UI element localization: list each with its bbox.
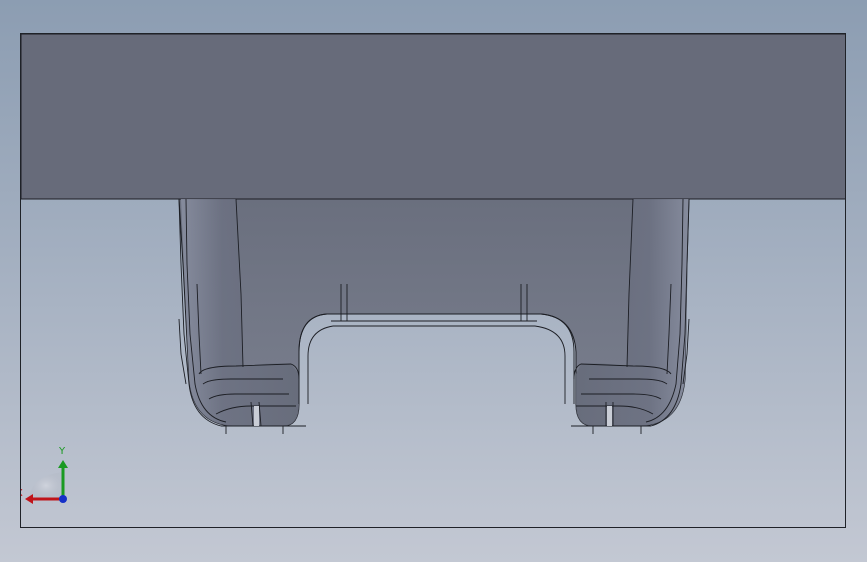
- z-axis-dot: [59, 495, 67, 503]
- y-axis-label: Y: [58, 446, 66, 457]
- x-axis-label: X: [21, 488, 23, 499]
- model-right-slot: [607, 406, 612, 426]
- x-axis-arrow: [25, 494, 33, 504]
- reference-triad[interactable]: X Y: [21, 446, 68, 504]
- model-top-block: [21, 34, 845, 200]
- model-view[interactable]: X Y: [21, 34, 846, 528]
- graphics-viewport[interactable]: X Y: [20, 33, 846, 528]
- triad-shade: [29, 472, 63, 499]
- model-left-slot: [254, 406, 259, 426]
- y-axis-arrow: [58, 460, 68, 468]
